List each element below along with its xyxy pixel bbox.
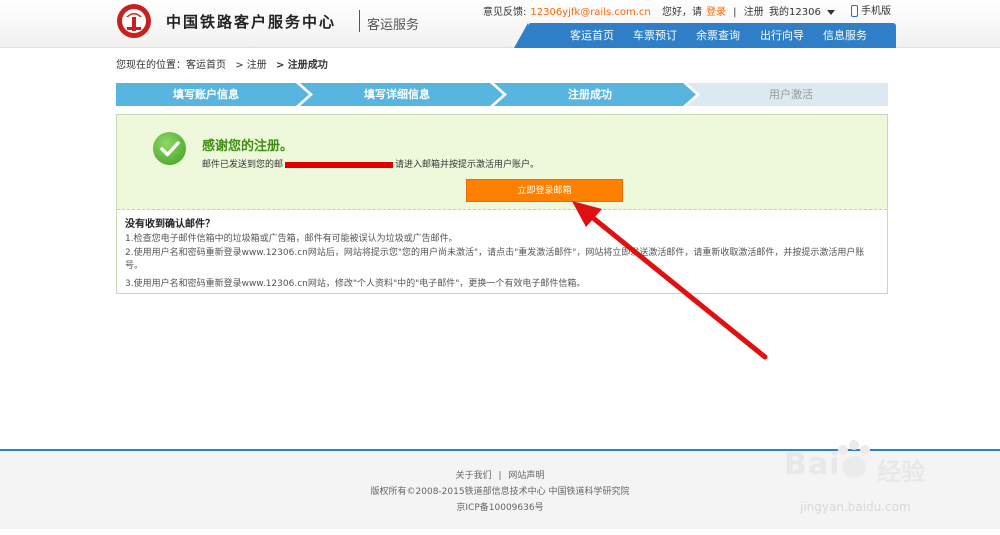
step-account-info: 填写账户信息 (173, 88, 239, 101)
nav-item-booking[interactable]: 车票预订 (633, 23, 677, 48)
breadcrumb: 您现在的位置：客运首页 > 注册 > 注册成功 (116, 56, 328, 71)
chevron-down-icon (826, 9, 835, 15)
login-link[interactable]: 登录 (706, 7, 726, 18)
phone-icon (851, 5, 858, 17)
nav-item-remaining[interactable]: 余票查询 (696, 23, 740, 48)
nav-item-home[interactable]: 客运首页 (570, 23, 614, 48)
statement-link[interactable]: 网站声明 (508, 471, 544, 481)
breadcrumb-current: > 注册成功 (275, 60, 328, 71)
mobile-label: 手机版 (861, 6, 891, 17)
register-link[interactable]: 注册 (744, 7, 764, 18)
success-title: 感谢您的注册。 (202, 139, 294, 154)
my-account-label: 我的12306 (769, 7, 821, 18)
mobile-link[interactable]: 手机版 (851, 2, 891, 17)
step-detail-info: 填写详细信息 (364, 88, 430, 101)
site-name: 中国铁路客户服务中心 (166, 13, 337, 31)
feedback-label: 意见反馈: (483, 7, 527, 18)
railway-logo[interactable] (116, 3, 152, 39)
red-arrow-annotation (572, 201, 768, 360)
logo-divider (359, 10, 360, 32)
step-register-success: 注册成功 (568, 88, 612, 101)
about-link[interactable]: 关于我们 (456, 471, 492, 481)
watermark-brand: Bai (784, 447, 841, 482)
watermark-url: jingyan.baidu.com (800, 500, 911, 514)
breadcrumb-register[interactable]: > 注册 (235, 60, 267, 71)
redacted-email (285, 161, 394, 168)
faq-title: 没有收到确认邮件？ (125, 219, 215, 230)
feedback-email-link[interactable]: 12306yjfk@rails.com.cn (530, 7, 650, 18)
breadcrumb-prefix: 您现在的位置： (116, 60, 186, 71)
greeting-text: 您好，请 (661, 7, 702, 18)
registration-steps: 填写账户信息 填写详细信息 注册成功 用户激活 (116, 83, 888, 106)
mail-sent-text: 邮件已发送到您的邮 请进入邮箱并按提示激活用户账户。 (202, 157, 539, 170)
site-header: 中国铁路客户服务中心 客运服务 意见反馈: 12306yjfk@rails.com… (0, 0, 1000, 48)
my-account-dropdown[interactable]: 我的12306 (769, 3, 835, 18)
nav-item-info[interactable]: 信息服务 (823, 23, 867, 48)
checkmark-icon (153, 132, 186, 165)
mail-sent-suffix: 请进入邮箱并按提示激活用户账户。 (395, 160, 540, 170)
mail-sent-prefix: 邮件已发送到您的邮 (202, 160, 284, 170)
top-links: 意见反馈: 12306yjfk@rails.com.cn 您好，请 登录 | 注册 (483, 3, 768, 18)
link-divider: | (733, 7, 737, 18)
site-subtitle: 客运服务 (367, 18, 420, 33)
nav-item-guide[interactable]: 出行向导 (760, 23, 804, 48)
main-nav: 客运首页 车票预订 余票查询 出行向导 信息服务 (514, 23, 896, 48)
step-user-activate: 用户激活 (769, 88, 813, 101)
watermark-brand-cn: 经验 (877, 458, 925, 486)
footer-link-divider: | (498, 471, 502, 481)
breadcrumb-home[interactable]: 客运首页 (186, 60, 226, 71)
